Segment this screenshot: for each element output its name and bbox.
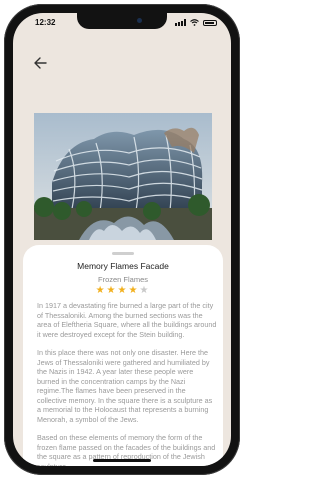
- building-image: [34, 113, 212, 240]
- arrow-left-icon: [34, 57, 47, 69]
- home-indicator[interactable]: [93, 459, 151, 462]
- rating-stars: ★★★★★: [23, 285, 223, 296]
- star-empty-icon: ★: [139, 285, 151, 296]
- wifi-icon: [190, 19, 199, 26]
- notch: [77, 13, 167, 29]
- phone-frame: 12:32 Memory Flames Facade Frozen Flames…: [4, 4, 240, 475]
- description-paragraph: In this place there was not only one dis…: [37, 348, 213, 424]
- star-icon: ★: [106, 285, 118, 296]
- battery-icon: [203, 19, 217, 26]
- signal-icon: [175, 19, 186, 26]
- sheet-drag-handle[interactable]: [112, 252, 134, 255]
- back-button[interactable]: [31, 53, 51, 73]
- status-time: 12:32: [35, 18, 56, 27]
- app-screen: 12:32 Memory Flames Facade Frozen Flames…: [13, 13, 231, 466]
- place-subtitle: Frozen Flames: [97, 275, 148, 284]
- description: In 1917 a devastating fire burned a larg…: [37, 301, 217, 466]
- place-title: Memory Flames Facade: [77, 261, 169, 271]
- star-icon: ★: [117, 285, 129, 296]
- status-icons: [175, 19, 217, 26]
- front-camera: [137, 18, 142, 23]
- star-icon: ★: [128, 285, 140, 296]
- details-sheet: Memory Flames Facade Frozen Flames ★★★★★…: [23, 245, 223, 466]
- star-icon: ★: [95, 285, 107, 296]
- description-paragraph: In 1917 a devastating fire burned a larg…: [37, 301, 217, 339]
